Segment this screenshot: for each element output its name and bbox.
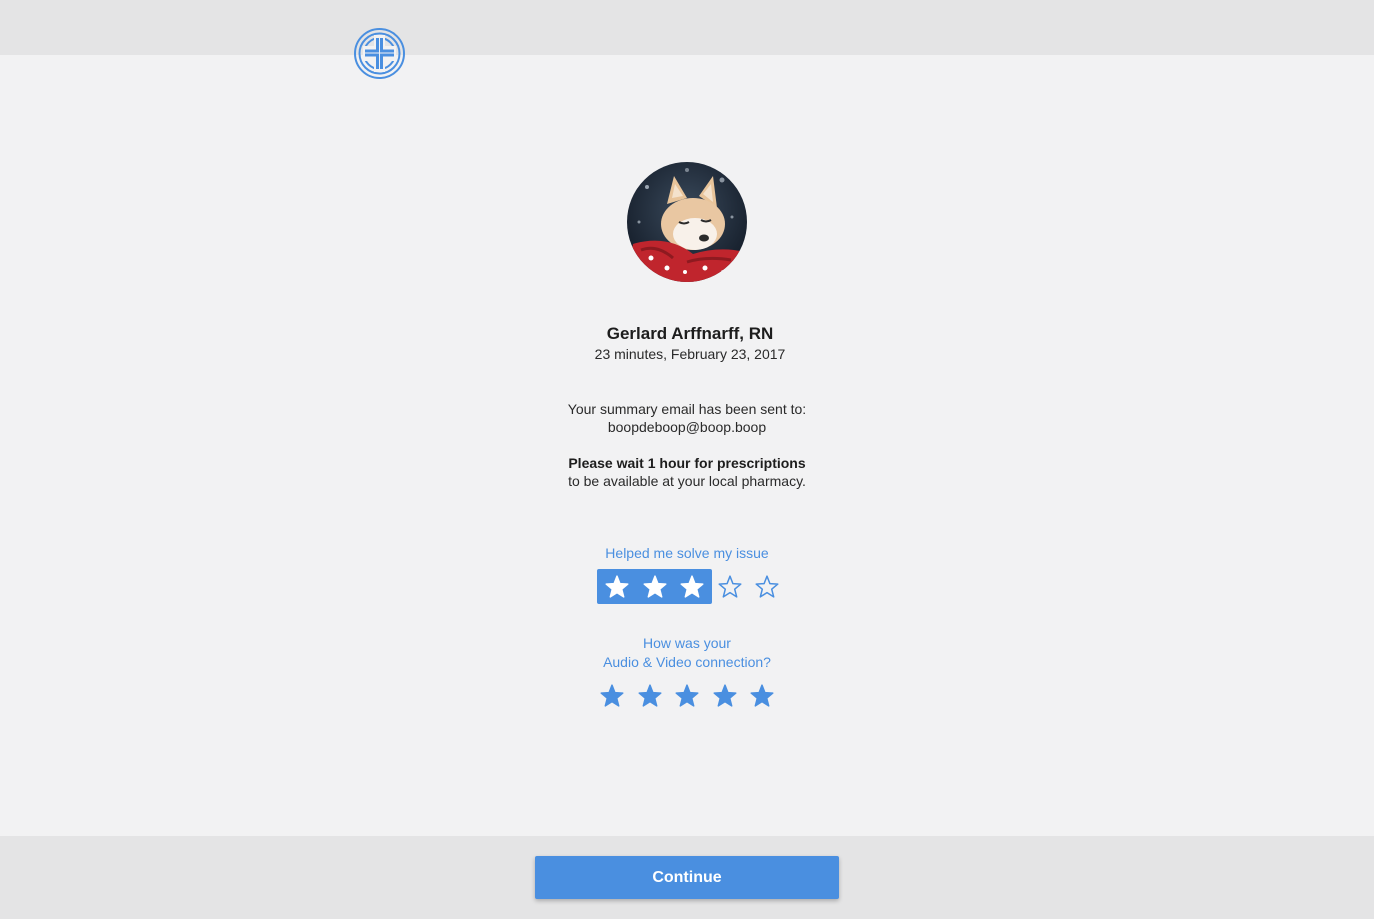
issue-rating-label: Helped me solve my issue [605, 545, 769, 561]
star-icon[interactable] [604, 574, 630, 600]
star-icon[interactable] [642, 574, 668, 600]
star-icon[interactable] [637, 683, 663, 709]
prescription-availability-text: to be available at your local pharmacy. [568, 473, 806, 489]
star-icon[interactable] [717, 574, 743, 600]
visit-duration-date: 23 minutes, February 23, 2017 [594, 346, 786, 362]
provider-avatar [627, 162, 747, 282]
summary-email-address: boopdeboop@boop.boop [607, 419, 767, 435]
connection-rating-label-line2: Audio & Video connection? [603, 654, 771, 670]
summary-email-message: Your summary email has been sent to: [567, 401, 807, 417]
star-icon[interactable] [712, 683, 738, 709]
star-icon[interactable] [679, 574, 705, 600]
continue-button[interactable]: Continue [535, 856, 839, 899]
prescription-wait-notice: Please wait 1 hour for prescriptions [568, 455, 806, 471]
connection-rating-label-line1: How was your [643, 635, 731, 651]
medical-cross-logo-icon [353, 27, 406, 80]
star-icon[interactable] [754, 574, 780, 600]
top-bar [0, 0, 1374, 55]
star-icon[interactable] [749, 683, 775, 709]
provider-name: Gerlard Arffnarff, RN [606, 324, 774, 343]
star-icon[interactable] [599, 683, 625, 709]
star-icon[interactable] [674, 683, 700, 709]
